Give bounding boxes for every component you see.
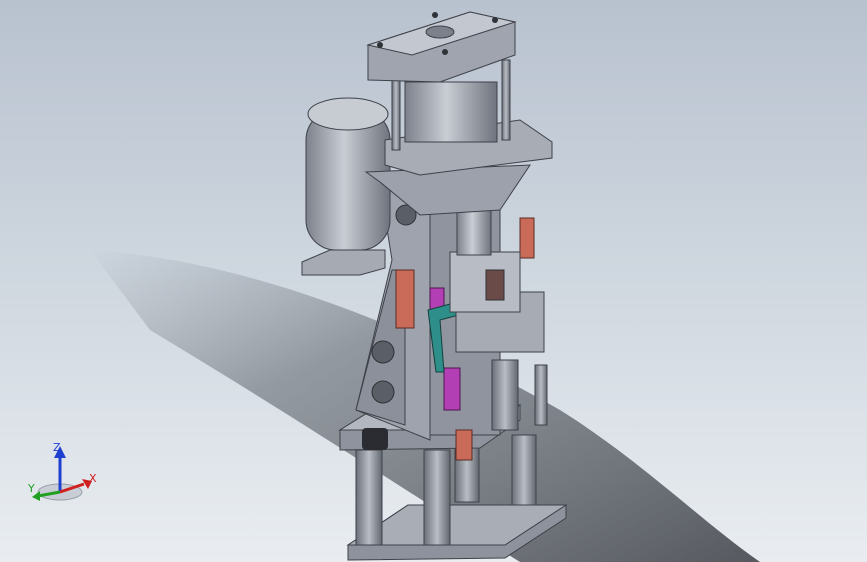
tie-rod-right: [501, 59, 511, 141]
y-axis-label: Y: [27, 482, 35, 495]
cap-bolt-1: [377, 42, 383, 48]
linear-rail-lower: [443, 367, 461, 411]
tie-rod-left: [391, 69, 401, 151]
column-right-front: [423, 449, 451, 546]
column-left-front: [355, 449, 383, 546]
clamp-block-left: [362, 428, 388, 450]
orientation-triad[interactable]: Z X Y: [22, 440, 112, 510]
cap-bolt-3: [492, 17, 498, 23]
probe-rod: [534, 364, 548, 426]
cap-bolt-2: [432, 12, 438, 18]
graphics-viewport[interactable]: Z X Y: [0, 0, 867, 562]
column-right-back: [511, 434, 537, 506]
carriage-window: [485, 269, 505, 301]
carriage-top: [449, 251, 521, 313]
frame-hole-3: [371, 380, 395, 404]
cad-model-scene[interactable]: [0, 0, 867, 562]
z-axis-label: Z: [53, 441, 61, 454]
cap-bolt-4: [442, 49, 448, 55]
copper-block-lower: [455, 429, 473, 461]
x-axis-label: X: [89, 472, 97, 485]
spindle-lower: [491, 359, 519, 431]
motor-cap: [307, 97, 389, 131]
frame-hole-2: [371, 340, 395, 364]
copper-block-upper: [395, 269, 415, 329]
air-cylinder-body: [404, 81, 498, 143]
copper-block-right: [519, 217, 535, 259]
motor-mount-plate: [301, 249, 386, 276]
cap-port: [425, 25, 455, 39]
